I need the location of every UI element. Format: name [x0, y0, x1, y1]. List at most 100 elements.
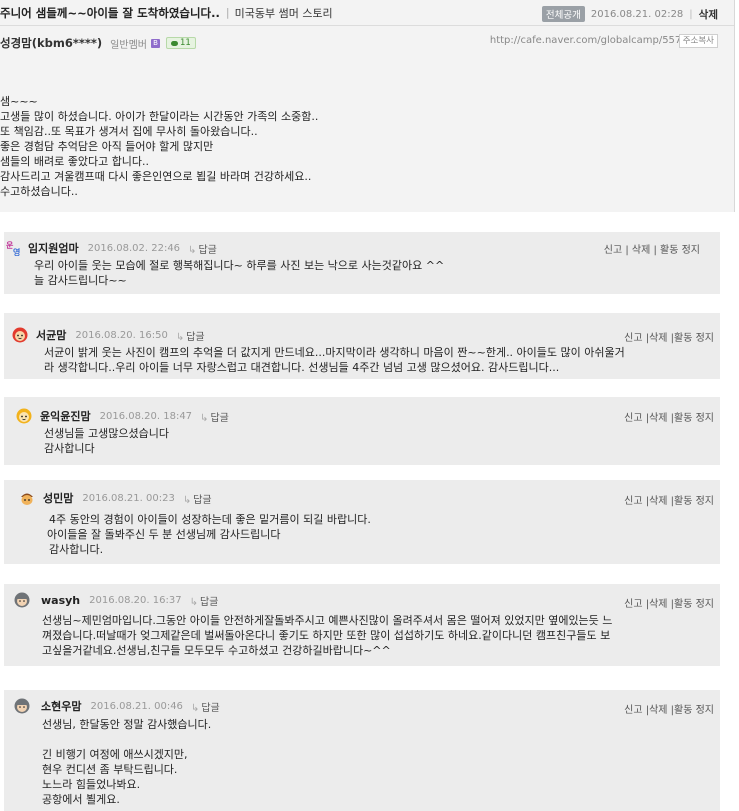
- default-profile-icon: [14, 698, 30, 714]
- post-date: 2016.08.21. 02:28: [590, 8, 684, 20]
- comment-actions[interactable]: 신고 | 삭제 | 활동 정지: [604, 241, 700, 256]
- comment-header: 서균맘 2016.08.20. 16:50 ↳ 답글 신고 |삭제 |활동 정지: [12, 327, 720, 344]
- comment-item: 운 영 임지원엄마 2016.08.02. 22:46 ↳ 답글 신고 | 삭제 …: [4, 232, 720, 294]
- reply-arrow-icon: ↳: [200, 412, 209, 424]
- comment-line: 선생님, 한달동안 정말 감사했습니다.: [42, 718, 212, 731]
- comment-line: 라 생각합니다..우리 아이들 너무 자랑스럽고 대견합니다. 선생님들 4주간…: [44, 361, 560, 374]
- grade-icon: B: [150, 38, 160, 48]
- post-title-bar: 주니어 샘들께~~아이들 잘 도착하였습니다.. | 미국동부 썸머 스토리 전…: [0, 0, 734, 26]
- comment-date: 2016.08.21. 00:23: [82, 492, 175, 504]
- post-body-line: 좋은 경험담 추억담은 아직 들어야 할게 많지만: [0, 140, 214, 153]
- post-body: 샘~~~ 고생들 많이 하셨습니다. 아이가 한달이라는 시간동안 가족의 소중…: [0, 60, 734, 199]
- comment-header: 소현우맘 2016.08.21. 00:46 ↳ 답글 신고 |삭제 |활동 정지: [14, 698, 720, 716]
- comment-header: 운 영 임지원엄마 2016.08.02. 22:46 ↳ 답글 신고 | 삭제 …: [6, 240, 720, 257]
- visibility-badge: 전체공개: [541, 6, 585, 22]
- comment-nickname[interactable]: 임지원엄마: [28, 240, 79, 256]
- member-grade: 일반멤버: [110, 39, 147, 51]
- svg-text:영: 영: [13, 247, 20, 256]
- comment-item: 윤익윤진맘 2016.08.20. 18:47 ↳ 답글 신고 |삭제 |활동 정…: [4, 397, 720, 465]
- comment-body: 4주 동안의 경험이 아이들이 성장하는데 좋은 밑거름이 되길 바랍니다. 아…: [19, 506, 720, 557]
- comment-item: 성민맘 2016.08.21. 00:23 ↳ 답글 신고 |삭제 |활동 정지 …: [4, 480, 720, 564]
- post-author-bar: 성경맘(kbm6****) 일반멤버 B 11 http://cafe.nave…: [0, 26, 734, 60]
- comment-body: 선생님, 한달동안 정말 감사했습니다. 긴 비행기 여정에 애쓰시겠지만, 현…: [14, 714, 720, 807]
- comment-nickname[interactable]: 서균맘: [36, 327, 66, 343]
- comment-date: 2016.08.20. 16:50: [75, 329, 168, 341]
- comment-line: 늘 감사드립니다~~: [34, 274, 127, 287]
- post-body-line: 감사드리고 겨울캠프때 다시 좋은인연으로 뵙길 바라며 건강하세요..: [0, 170, 312, 183]
- reply-link[interactable]: ↳ 답글: [183, 491, 212, 506]
- comment-actions[interactable]: 신고 |삭제 |활동 정지: [624, 701, 714, 716]
- comment-date: 2016.08.20. 16:37: [89, 594, 182, 606]
- reply-arrow-icon: ↳: [190, 702, 200, 714]
- post-body-line: 샘들의 배려로 좋았다고 합니다..: [0, 155, 150, 168]
- comment-count-badge[interactable]: 11: [165, 37, 196, 49]
- comment-header: wasyh 2016.08.20. 16:37 ↳ 답글 신고 |삭제 |활동 정…: [14, 592, 720, 610]
- comment-actions[interactable]: 신고 |삭제 |활동 정지: [624, 329, 714, 344]
- reply-link[interactable]: ↳ 답글: [191, 699, 220, 714]
- post-body-line: 고생들 많이 하셨습니다. 아이가 한달이라는 시간동안 가족의 소중함..: [0, 110, 319, 123]
- reply-link[interactable]: ↳ 답글: [200, 409, 229, 424]
- comment-body: 선생님~제민엄마입니다.그동안 아이들 안전하게잘돌봐주시고 예쁜사진많이 올려…: [14, 608, 720, 658]
- comment-body: 우리 아이들 웃는 모습에 절로 행복해집니다~ 하루를 사진 보는 낙으로 사…: [6, 256, 720, 288]
- comment-header: 윤익윤진맘 2016.08.20. 18:47 ↳ 답글 신고 |삭제 |활동 정…: [16, 408, 720, 424]
- reply-arrow-icon: ↳: [189, 596, 198, 608]
- post-body-line: 수고하셨습니다..: [0, 185, 78, 198]
- delete-post-button[interactable]: 삭제: [699, 7, 718, 22]
- title-separator: |: [225, 6, 230, 19]
- comment-line: 선생님들 고생많으셨습니다: [44, 427, 169, 440]
- board-name-link[interactable]: 미국동부 썸머 스토리: [235, 5, 333, 21]
- reply-link[interactable]: ↳ 답글: [176, 328, 205, 343]
- comment-line: 감사합니다.: [49, 543, 104, 556]
- comment-actions[interactable]: 신고 |삭제 |활동 정지: [624, 492, 714, 507]
- meta-separator: |: [689, 8, 693, 20]
- post-container: 주니어 샘들께~~아이들 잘 도착하였습니다.. | 미국동부 썸머 스토리 전…: [0, 0, 735, 212]
- acorn-mascot-icon: [19, 490, 35, 506]
- comment-line: 현우 컨디션 좀 부탁드립니다.: [42, 763, 178, 776]
- speech-bubble-icon: [170, 40, 178, 46]
- reply-arrow-icon: ↳: [175, 331, 185, 343]
- reply-link[interactable]: ↳ 답글: [188, 241, 217, 256]
- comment-nickname[interactable]: 소현우맘: [41, 698, 81, 714]
- comment-line: 고싶을거같네요.선생님,친구들 모두모두 수고하셨고 건강하길바랍니다~^^: [42, 644, 391, 657]
- comment-item: wasyh 2016.08.20. 16:37 ↳ 답글 신고 |삭제 |활동 정…: [4, 584, 720, 666]
- post-title[interactable]: 주니어 샘들께~~아이들 잘 도착하였습니다..: [0, 5, 220, 21]
- comment-item: 소현우맘 2016.08.21. 00:46 ↳ 답글 신고 |삭제 |활동 정지…: [4, 690, 720, 811]
- copy-url-button[interactable]: 주소복사: [678, 34, 718, 48]
- comment-item: 서균맘 2016.08.20. 16:50 ↳ 답글 신고 |삭제 |활동 정지 …: [4, 313, 720, 379]
- comment-actions[interactable]: 신고 |삭제 |활동 정지: [624, 409, 714, 424]
- comment-nickname[interactable]: wasyh: [41, 594, 80, 607]
- yellow-mascot-icon: [16, 408, 32, 424]
- comment-line: 우리 아이들 웃는 모습에 절로 행복해집니다~ 하루를 사진 보는 낙으로 사…: [34, 259, 445, 272]
- comment-date: 2016.08.21. 00:46: [90, 700, 183, 712]
- red-mascot-icon: [12, 327, 28, 343]
- reply-arrow-icon: ↳: [188, 244, 197, 256]
- author-nickname[interactable]: 성경맘(kbm6****): [0, 35, 102, 51]
- post-body-line: 또 책임감..또 목표가 생겨서 집에 무사히 돌아왔습니다..: [0, 125, 258, 138]
- comment-line: [42, 732, 720, 747]
- comment-line: 감사합니다: [44, 442, 95, 455]
- post-meta: 전체공개 2016.08.21. 02:28 | 삭제: [541, 6, 718, 22]
- comment-line: 공항에서 뵐게요.: [42, 793, 120, 806]
- comment-line: 4주 동안의 경험이 아이들이 성장하는데 좋은 밑거름이 되길 바랍니다.: [49, 513, 371, 526]
- comment-line: 아이들을 잘 돌봐주신 두 분 선생님께 감사드립니다: [47, 528, 281, 541]
- comment-nickname[interactable]: 성민맘: [43, 490, 73, 506]
- comment-date: 2016.08.20. 18:47: [99, 410, 193, 422]
- comment-nickname[interactable]: 윤익윤진맘: [40, 408, 91, 424]
- reply-link[interactable]: ↳ 답글: [190, 593, 219, 608]
- post-body-line: 샘~~~: [0, 95, 38, 108]
- post-url[interactable]: http://cafe.naver.com/globalcamp/55769: [490, 35, 694, 46]
- comment-line: 긴 비행기 여정에 애쓰시겠지만,: [42, 748, 188, 761]
- staff-badge-icon: 운 영: [6, 240, 22, 257]
- comment-body: 서균이 밝게 웃는 사진이 캠프의 추억을 더 값지게 만드네요...마지막이라…: [12, 343, 720, 375]
- comment-actions[interactable]: 신고 |삭제 |활동 정지: [624, 595, 714, 610]
- comment-line: 껴졌습니다.떠날때가 엊그제같은데 벌써돌아온다니 좋기도 하지만 또한 많이 …: [42, 629, 611, 642]
- default-profile-icon: [14, 592, 30, 608]
- comment-line: 노느라 힘들었나봐요.: [42, 778, 141, 791]
- comment-header: 성민맘 2016.08.21. 00:23 ↳ 답글 신고 |삭제 |활동 정지: [19, 490, 720, 507]
- comment-count-value: 11: [179, 38, 191, 48]
- reply-arrow-icon: ↳: [182, 494, 192, 506]
- comment-line: 서균이 밝게 웃는 사진이 캠프의 추억을 더 값지게 만드네요...마지막이라…: [44, 346, 625, 359]
- comment-body: 선생님들 고생많으셨습니다 감사합니다: [16, 424, 720, 456]
- comment-date: 2016.08.02. 22:46: [87, 242, 181, 254]
- comment-line: 선생님~제민엄마입니다.그동안 아이들 안전하게잘돌봐주시고 예쁜사진많이 올려…: [42, 614, 613, 627]
